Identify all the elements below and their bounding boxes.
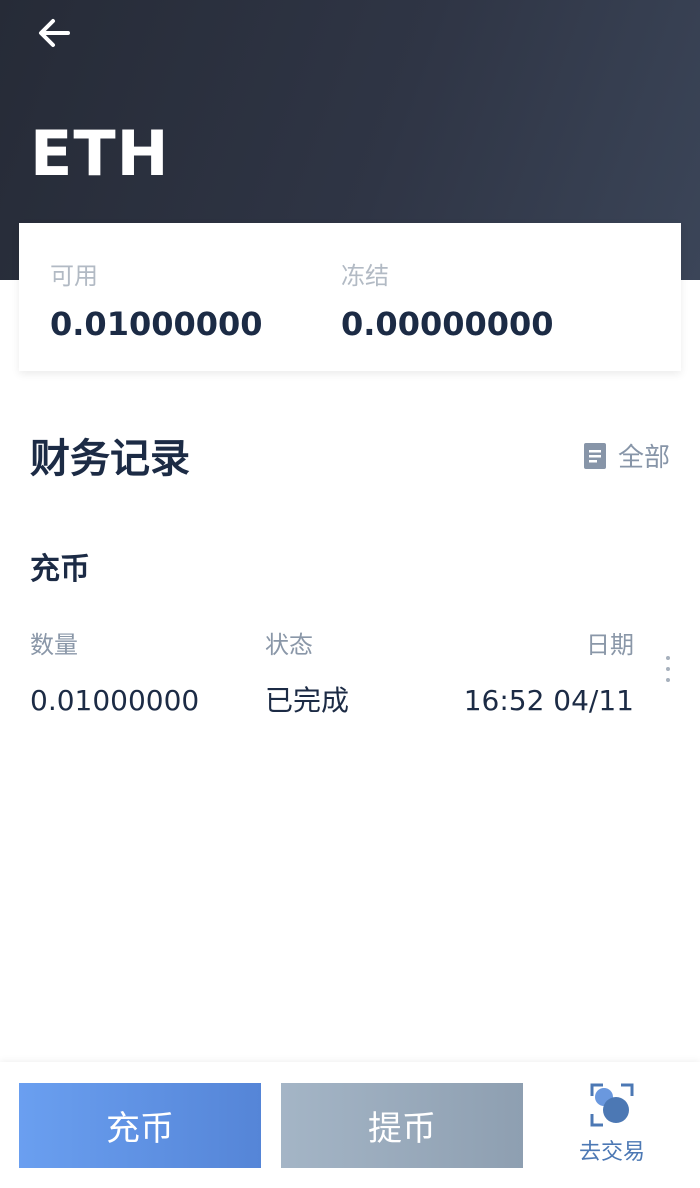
deposit-button[interactable]: 充币 — [19, 1083, 261, 1168]
available-label: 可用 — [50, 262, 98, 290]
go-trade-label: 去交易 — [578, 1140, 645, 1165]
record-type-title: 充币 — [30, 552, 90, 587]
exchange-icon — [589, 1082, 635, 1132]
withdraw-button[interactable]: 提币 — [281, 1083, 523, 1168]
row-date: 16:52 04/11 — [463, 684, 634, 717]
records-title: 财务记录 — [30, 436, 190, 482]
row-status: 已完成 — [265, 684, 350, 717]
filter-all-button[interactable]: 全部 — [583, 440, 670, 476]
go-trade-button[interactable]: 去交易 — [560, 1080, 664, 1172]
coin-title: ETH — [30, 117, 170, 190]
vertical-ellipsis-icon[interactable] — [660, 656, 676, 690]
column-header-date: 日期 — [586, 631, 634, 659]
arrow-left-icon — [28, 10, 80, 56]
frozen-label: 冻结 — [341, 262, 389, 290]
asset-detail-screen: ETH 可用 0.01000000 冻结 0.00000000 财务记录 全部 … — [0, 0, 700, 1188]
column-header-quantity: 数量 — [30, 631, 78, 659]
document-icon — [583, 443, 606, 473]
bottom-action-bar: 充币 提币 去交易 — [0, 1062, 700, 1188]
frozen-balance: 冻结 0.00000000 — [341, 261, 554, 343]
balance-card: 可用 0.01000000 冻结 0.00000000 — [19, 223, 681, 371]
available-balance: 可用 0.01000000 — [50, 261, 263, 343]
frozen-value: 0.00000000 — [341, 305, 554, 343]
available-value: 0.01000000 — [50, 305, 263, 343]
row-quantity: 0.01000000 — [30, 684, 200, 717]
filter-all-label: 全部 — [617, 443, 670, 473]
back-button[interactable] — [28, 10, 80, 56]
column-header-status: 状态 — [265, 631, 313, 659]
